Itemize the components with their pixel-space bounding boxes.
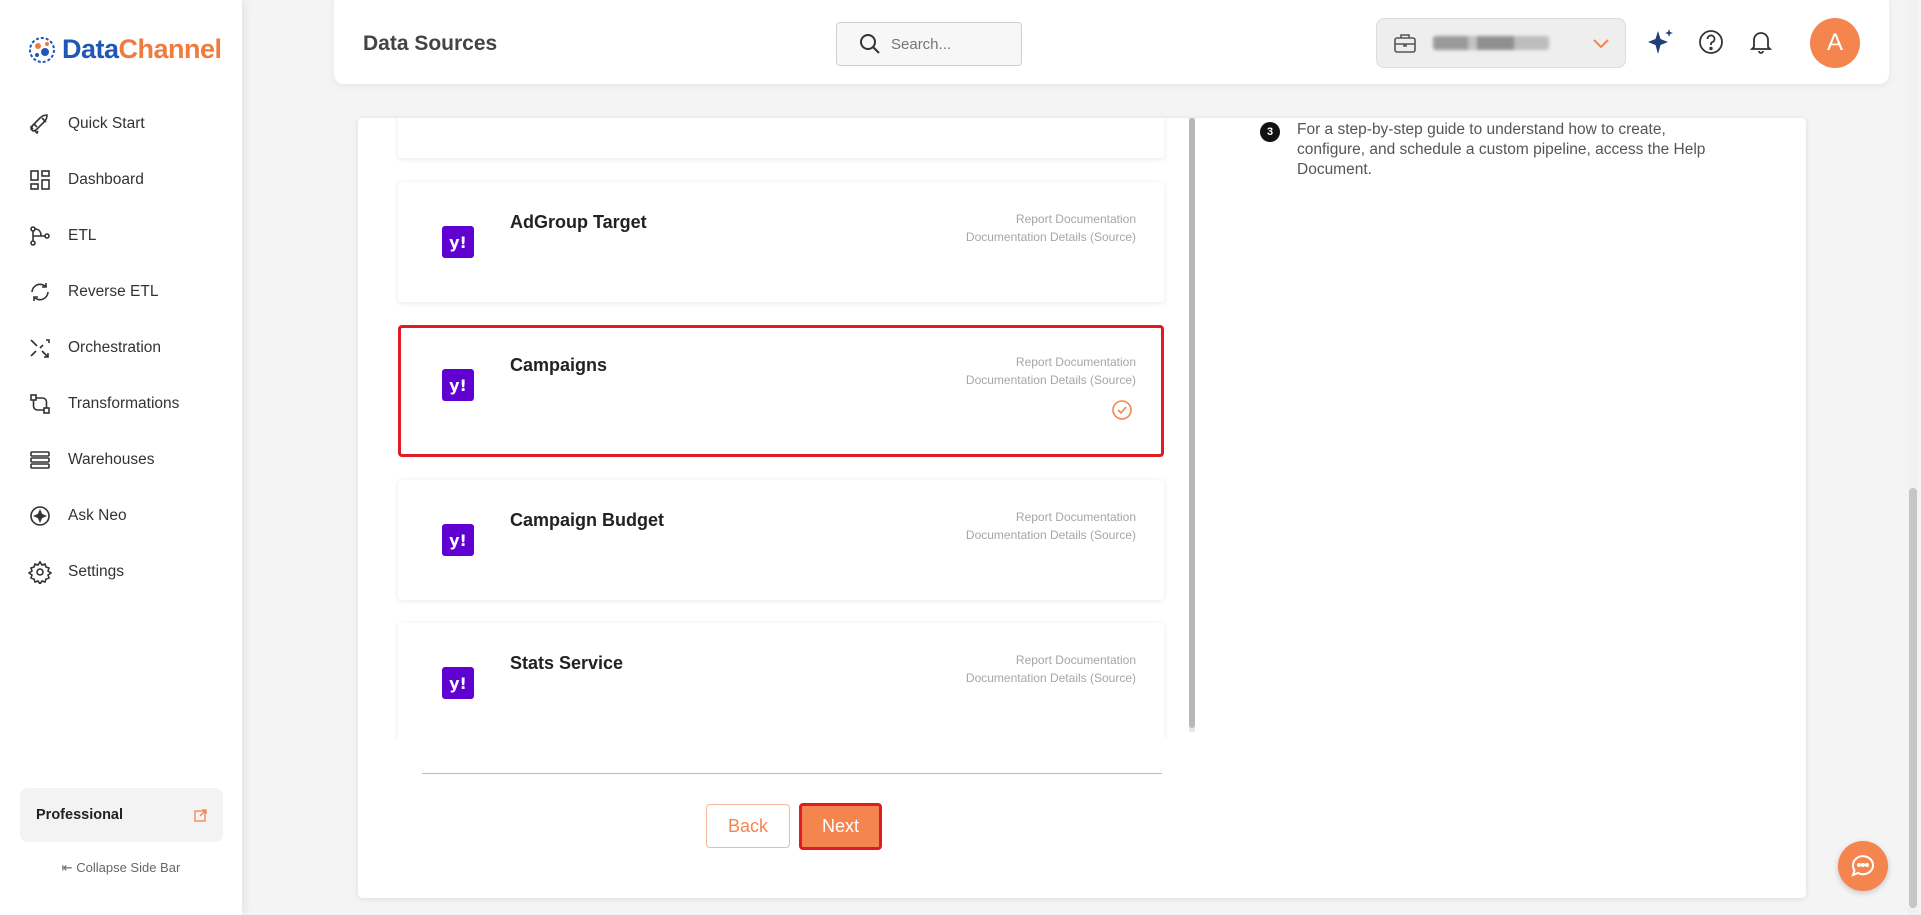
rocket-icon (29, 114, 48, 135)
sidebar-item-label: Warehouses (68, 451, 155, 468)
collapse-label: Collapse Side Bar (76, 860, 181, 875)
sidebar-item-label: Orchestration (68, 339, 162, 356)
yahoo-logo-icon: y! (442, 667, 474, 699)
transformations-icon (30, 394, 50, 414)
sidebar-item-label: Settings (68, 563, 125, 580)
report-name: Campaign Budget (510, 510, 665, 530)
user-avatar[interactable]: A (1810, 18, 1860, 68)
etl-icon (30, 226, 50, 246)
sidebar-item-label: Dashboard (68, 171, 144, 188)
chat-support-button[interactable] (1838, 841, 1888, 891)
brand-name: DataChannel (62, 34, 222, 64)
page-scrollbar[interactable] (1908, 0, 1918, 915)
sidebar-item-warehouses[interactable]: Warehouses (0, 432, 242, 488)
report-doc-links: Report Documentation Documentation Detai… (966, 353, 1136, 389)
yahoo-logo-icon: y! (442, 369, 474, 401)
documentation-details-link[interactable]: Documentation Details (Source) (966, 371, 1136, 389)
page-scrollbar-thumb[interactable] (1909, 488, 1917, 908)
help-button[interactable] (1696, 27, 1726, 57)
sidebar-item-label: Reverse ETL (68, 283, 159, 300)
sparkle-icon (1648, 29, 1673, 54)
report-doc-links: Report Documentation Documentation Detai… (966, 651, 1136, 687)
next-button[interactable]: Next (799, 803, 882, 850)
sidebar-item-etl[interactable]: ETL (0, 208, 242, 264)
yahoo-logo-icon: y! (442, 524, 474, 556)
main-content: y! AdGroup Target Report Documentation D… (358, 118, 1806, 898)
sidebar-item-orchestration[interactable]: Orchestration (0, 320, 242, 376)
documentation-details-link[interactable]: Documentation Details (Source) (966, 526, 1136, 544)
documentation-details-link[interactable]: Documentation Details (Source) (966, 669, 1136, 687)
sidebar-nav: Quick Start Dashboard ETL Reverse ETL Or… (0, 96, 242, 600)
warehouses-icon (30, 451, 50, 469)
report-documentation-link[interactable]: Report Documentation (966, 210, 1136, 228)
chevron-down-icon (1593, 39, 1609, 49)
sidebar-item-label: ETL (68, 227, 97, 244)
orchestration-icon (30, 339, 50, 358)
report-card[interactable]: y! Stats Service Report Documentation Do… (398, 623, 1164, 738)
workspace-name-redacted (1433, 36, 1549, 50)
notifications-button[interactable] (1746, 27, 1776, 57)
sidebar-item-transformations[interactable]: Transformations (0, 376, 242, 432)
dashboard-icon (30, 170, 50, 190)
workspace-selector[interactable] (1376, 18, 1626, 68)
chat-icon (1851, 855, 1874, 877)
report-card-selected[interactable]: y! Campaigns Report Documentation Docume… (398, 325, 1164, 457)
briefcase-icon (1394, 34, 1416, 53)
search-box[interactable] (836, 22, 1022, 66)
brand-logo[interactable]: DataChannel (28, 34, 222, 65)
sidebar-item-settings[interactable]: Settings (0, 544, 242, 600)
report-card-partial[interactable] (398, 118, 1164, 158)
report-name: AdGroup Target (510, 212, 647, 232)
yahoo-logo-icon: y! (442, 226, 474, 258)
ask-neo-icon (30, 506, 50, 526)
report-documentation-link[interactable]: Report Documentation (966, 508, 1136, 526)
external-link-icon (194, 808, 207, 822)
sidebar-item-label: Quick Start (68, 115, 145, 132)
bell-icon (1749, 32, 1773, 54)
back-button[interactable]: Back (706, 804, 790, 848)
top-header: Data Sources A (334, 0, 1889, 84)
report-documentation-link[interactable]: Report Documentation (966, 353, 1136, 371)
report-list-scrollbar[interactable] (1189, 118, 1195, 732)
ai-sparkle-button[interactable] (1646, 27, 1676, 57)
search-input[interactable] (891, 35, 1001, 53)
documentation-details-link[interactable]: Documentation Details (Source) (966, 228, 1136, 246)
report-card[interactable]: y! Campaign Budget Report Documentation … (398, 480, 1164, 600)
sidebar-item-quick-start[interactable]: Quick Start (0, 96, 242, 152)
datachannel-logo-icon (29, 36, 55, 63)
report-list: y! AdGroup Target Report Documentation D… (358, 118, 1198, 738)
report-name: Stats Service (510, 653, 624, 673)
report-card[interactable]: y! AdGroup Target Report Documentation D… (398, 182, 1164, 302)
check-circle-icon (1112, 400, 1132, 420)
report-documentation-link[interactable]: Report Documentation (966, 651, 1136, 669)
gear-icon (28, 560, 52, 584)
sidebar-item-label: Transformations (68, 395, 180, 412)
sidebar: DataChannel Quick Start Dashboard ETL Re… (0, 0, 242, 915)
scrollbar-thumb[interactable] (1189, 118, 1195, 728)
page-title: Data Sources (363, 32, 498, 55)
plan-badge[interactable]: Professional (20, 788, 223, 842)
search-icon (860, 34, 880, 54)
report-name: Campaigns (510, 355, 608, 375)
sidebar-item-dashboard[interactable]: Dashboard (0, 152, 242, 208)
plan-label: Professional (36, 807, 124, 823)
sidebar-item-reverse-etl[interactable]: Reverse ETL (0, 264, 242, 320)
collapse-sidebar-button[interactable]: ⇤ Collapse Side Bar (0, 860, 242, 876)
reverse-etl-icon (31, 283, 49, 301)
sidebar-item-ask-neo[interactable]: Ask Neo (0, 488, 242, 544)
sidebar-item-label: Ask Neo (68, 507, 127, 524)
help-step-number: 3 (1260, 122, 1280, 142)
actions-divider (422, 773, 1162, 774)
help-icon (1699, 30, 1723, 54)
report-doc-links: Report Documentation Documentation Detai… (966, 210, 1136, 246)
collapse-icon: ⇤ (61, 860, 77, 875)
help-step-text: For a step-by-step guide to understand h… (1297, 121, 1706, 178)
report-doc-links: Report Documentation Documentation Detai… (966, 508, 1136, 544)
